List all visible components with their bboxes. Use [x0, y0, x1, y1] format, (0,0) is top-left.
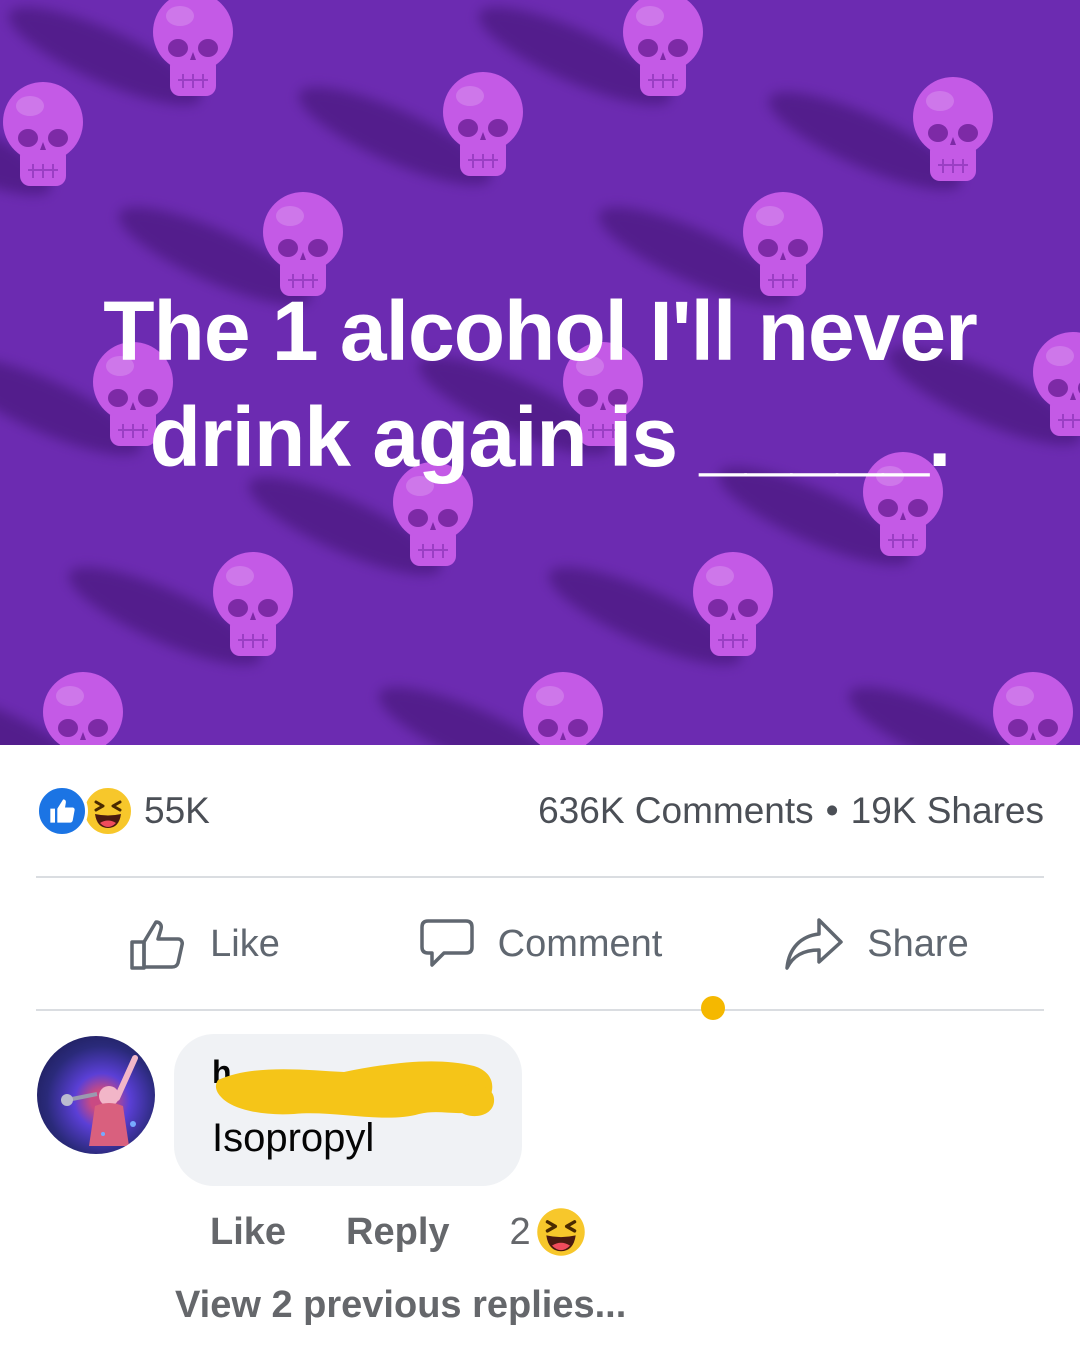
comment-bubble-icon — [419, 919, 474, 967]
skull-decoration — [838, 669, 1080, 745]
divider-top — [36, 876, 1044, 878]
like-button-label: Like — [210, 922, 280, 965]
post-action-bar: Like Comment Share — [36, 880, 1044, 1008]
like-reaction-icon — [36, 785, 88, 837]
reaction-summary[interactable]: 55K — [36, 785, 210, 837]
skull-decoration — [758, 74, 1006, 208]
thumbs-up-icon — [130, 920, 185, 970]
banner-line-1: The 1 alcohol I'll never — [103, 284, 978, 378]
comment-actions: Like Reply 2 — [210, 1202, 587, 1262]
post-summary: 55K 636K Comments • 19K Shares — [36, 778, 1044, 844]
comment-text: Isopropyl — [212, 1116, 375, 1160]
shares-count-link[interactable]: 19K Shares — [851, 790, 1044, 832]
skull-decoration — [288, 69, 536, 203]
banner-line-2: drink again is _____. — [149, 390, 952, 484]
stats-separator: • — [825, 790, 839, 831]
comment-reply-button[interactable]: Reply — [346, 1211, 449, 1254]
share-arrow-icon — [785, 918, 844, 970]
comment-bubble[interactable]: h Isopropyl — [174, 1034, 522, 1186]
share-button[interactable]: Share — [708, 916, 1044, 972]
comments-count-link[interactable]: 636K Comments — [538, 790, 814, 832]
like-button[interactable]: Like — [36, 916, 372, 972]
skull-decoration — [0, 669, 136, 745]
comment-button-label: Comment — [497, 922, 663, 965]
avatar-photo — [61, 1055, 138, 1146]
skull-decoration — [0, 79, 96, 213]
comment-like-button[interactable]: Like — [210, 1211, 286, 1254]
skull-decoration — [0, 0, 246, 123]
share-button-label: Share — [867, 922, 969, 965]
reaction-count: 55K — [144, 790, 210, 831]
haha-reaction-icon — [82, 785, 134, 837]
skull-decoration — [58, 549, 306, 683]
comment-reaction-count[interactable]: 2 — [510, 1211, 531, 1254]
skull-decoration — [468, 0, 716, 123]
indicator-dot — [701, 996, 725, 1020]
skull-decoration — [538, 549, 786, 683]
banner-text: The 1 alcohol I'll never drink again is … — [0, 278, 1080, 490]
haha-icon[interactable] — [535, 1206, 587, 1258]
commenter-avatar[interactable] — [37, 1036, 155, 1154]
post-image-banner[interactable]: The 1 alcohol I'll never drink again is … — [0, 0, 1080, 745]
divider-bottom — [36, 1009, 1044, 1011]
skull-decoration — [368, 669, 616, 745]
view-previous-replies-link[interactable]: View 2 previous replies... — [175, 1284, 626, 1327]
comment-button[interactable]: Comment — [372, 917, 708, 971]
post-stats: 636K Comments • 19K Shares — [538, 790, 1044, 832]
